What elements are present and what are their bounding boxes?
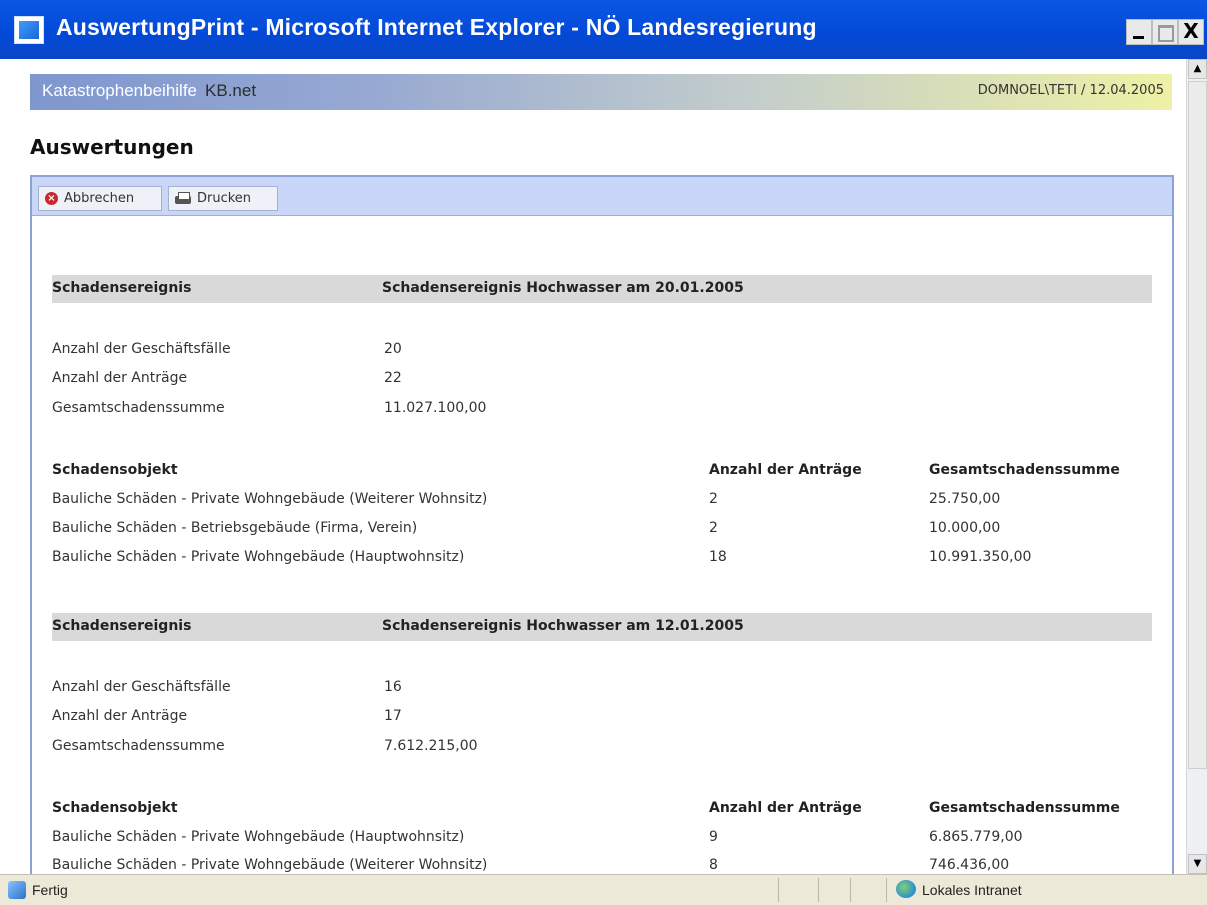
vertical-scrollbar[interactable]: ▲ ▼ bbox=[1186, 59, 1207, 874]
object-table-header: Schadensobjekt Anzahl der Anträge Gesamt… bbox=[52, 800, 1152, 822]
table-row: Bauliche Schäden - Private Wohngebäude (… bbox=[52, 549, 1152, 571]
maximize-button[interactable] bbox=[1152, 19, 1178, 45]
event-label: Schadensereignis bbox=[52, 280, 192, 296]
print-button[interactable]: Drucken bbox=[168, 186, 278, 211]
window-title-bar[interactable]: AuswertungPrint - Microsoft Internet Exp… bbox=[0, 0, 1207, 59]
event-name: Schadensereignis Hochwasser am 20.01.200… bbox=[382, 280, 744, 296]
total-value: 7.612.215,00 bbox=[384, 738, 478, 754]
object-name: Bauliche Schäden - Betriebsgebäude (Firm… bbox=[52, 520, 418, 536]
object-col-header: Schadensobjekt bbox=[52, 800, 178, 816]
object-sum: 10.000,00 bbox=[929, 520, 1001, 536]
count-col-header: Anzahl der Anträge bbox=[709, 462, 862, 478]
object-sum: 746.436,00 bbox=[929, 857, 1010, 873]
applications-row: Anzahl der Anträge 17 bbox=[52, 708, 652, 730]
scrollbar-thumb[interactable] bbox=[1188, 81, 1207, 769]
status-divider bbox=[886, 878, 887, 902]
close-button[interactable]: X bbox=[1178, 19, 1204, 45]
object-name: Bauliche Schäden - Private Wohngebäude (… bbox=[52, 549, 465, 565]
object-name: Bauliche Schäden - Private Wohngebäude (… bbox=[52, 829, 465, 845]
intranet-zone-icon bbox=[896, 880, 916, 898]
status-divider bbox=[850, 878, 851, 902]
total-row: Gesamtschadenssumme 11.027.100,00 bbox=[52, 400, 652, 422]
object-sum: 10.991.350,00 bbox=[929, 549, 1032, 565]
table-row: Bauliche Schäden - Private Wohngebäude (… bbox=[52, 491, 1152, 513]
cases-value: 20 bbox=[384, 341, 402, 357]
table-row: Bauliche Schäden - Betriebsgebäude (Firm… bbox=[52, 520, 1152, 542]
page-done-icon bbox=[8, 881, 26, 899]
count-col-header: Anzahl der Anträge bbox=[709, 800, 862, 816]
applications-row: Anzahl der Anträge 22 bbox=[52, 370, 652, 392]
status-text: Fertig bbox=[32, 882, 68, 898]
app-name: Katastrophenbeihilfe KB.net bbox=[42, 81, 257, 100]
object-name: Bauliche Schäden - Private Wohngebäude (… bbox=[52, 857, 488, 873]
sum-col-header: Gesamtschadenssumme bbox=[929, 462, 1120, 478]
cancel-button[interactable]: × Abbrechen bbox=[38, 186, 162, 211]
app-header-bar: Katastrophenbeihilfe KB.net DOMNOEL\TETI … bbox=[30, 74, 1172, 110]
window-title: AuswertungPrint - Microsoft Internet Exp… bbox=[56, 14, 817, 40]
cancel-label: Abbrechen bbox=[64, 191, 135, 206]
app-product: KB.net bbox=[205, 81, 257, 100]
event-label: Schadensereignis bbox=[52, 618, 192, 634]
applications-label: Anzahl der Anträge bbox=[52, 370, 188, 386]
cancel-icon: × bbox=[45, 192, 58, 205]
object-count: 2 bbox=[709, 491, 718, 507]
status-divider bbox=[818, 878, 819, 902]
applications-value: 22 bbox=[384, 370, 402, 386]
sum-col-header: Gesamtschadenssumme bbox=[929, 800, 1120, 816]
total-row: Gesamtschadenssumme 7.612.215,00 bbox=[52, 738, 652, 760]
object-name: Bauliche Schäden - Private Wohngebäude (… bbox=[52, 491, 488, 507]
scroll-down-arrow-icon[interactable]: ▼ bbox=[1188, 854, 1207, 874]
event-header: Schadensereignis Schadensereignis Hochwa… bbox=[52, 613, 1152, 641]
total-label: Gesamtschadenssumme bbox=[52, 400, 225, 416]
toolbar: × Abbrechen Drucken bbox=[32, 177, 1172, 216]
total-label: Gesamtschadenssumme bbox=[52, 738, 225, 754]
cases-label: Anzahl der Geschäftsfälle bbox=[52, 679, 231, 695]
scroll-up-arrow-icon[interactable]: ▲ bbox=[1188, 59, 1207, 79]
user-date: DOMNOEL\TETI / 12.04.2005 bbox=[977, 83, 1164, 98]
object-count: 2 bbox=[709, 520, 718, 536]
object-count: 18 bbox=[709, 549, 727, 565]
event-name: Schadensereignis Hochwasser am 12.01.200… bbox=[382, 618, 744, 634]
status-divider bbox=[778, 878, 779, 902]
applications-label: Anzahl der Anträge bbox=[52, 708, 188, 724]
status-bar: Fertig Lokales Intranet bbox=[0, 874, 1207, 905]
total-value: 11.027.100,00 bbox=[384, 400, 487, 416]
event-header: Schadensereignis Schadensereignis Hochwa… bbox=[52, 275, 1152, 303]
object-table-header: Schadensobjekt Anzahl der Anträge Gesamt… bbox=[52, 462, 1152, 484]
object-sum: 25.750,00 bbox=[929, 491, 1001, 507]
printer-icon bbox=[175, 192, 191, 205]
applications-value: 17 bbox=[384, 708, 402, 724]
page-title: Auswertungen bbox=[30, 135, 194, 159]
cases-row: Anzahl der Geschäftsfälle 16 bbox=[52, 679, 652, 701]
cases-row: Anzahl der Geschäftsfälle 20 bbox=[52, 341, 652, 363]
page-viewport: Katastrophenbeihilfe KB.net DOMNOEL\TETI … bbox=[0, 59, 1186, 874]
ie-page-icon bbox=[14, 16, 44, 44]
report-panel: × Abbrechen Drucken Schadensereignis Sch… bbox=[30, 175, 1174, 874]
print-label: Drucken bbox=[197, 191, 252, 206]
table-row: Bauliche Schäden - Private Wohngebäude (… bbox=[52, 857, 1152, 874]
object-sum: 6.865.779,00 bbox=[929, 829, 1023, 845]
cases-value: 16 bbox=[384, 679, 402, 695]
minimize-button[interactable] bbox=[1126, 19, 1152, 45]
cases-label: Anzahl der Geschäftsfälle bbox=[52, 341, 231, 357]
object-count: 8 bbox=[709, 857, 718, 873]
security-zone: Lokales Intranet bbox=[922, 882, 1022, 898]
object-col-header: Schadensobjekt bbox=[52, 462, 178, 478]
table-row: Bauliche Schäden - Private Wohngebäude (… bbox=[52, 829, 1152, 851]
object-count: 9 bbox=[709, 829, 718, 845]
